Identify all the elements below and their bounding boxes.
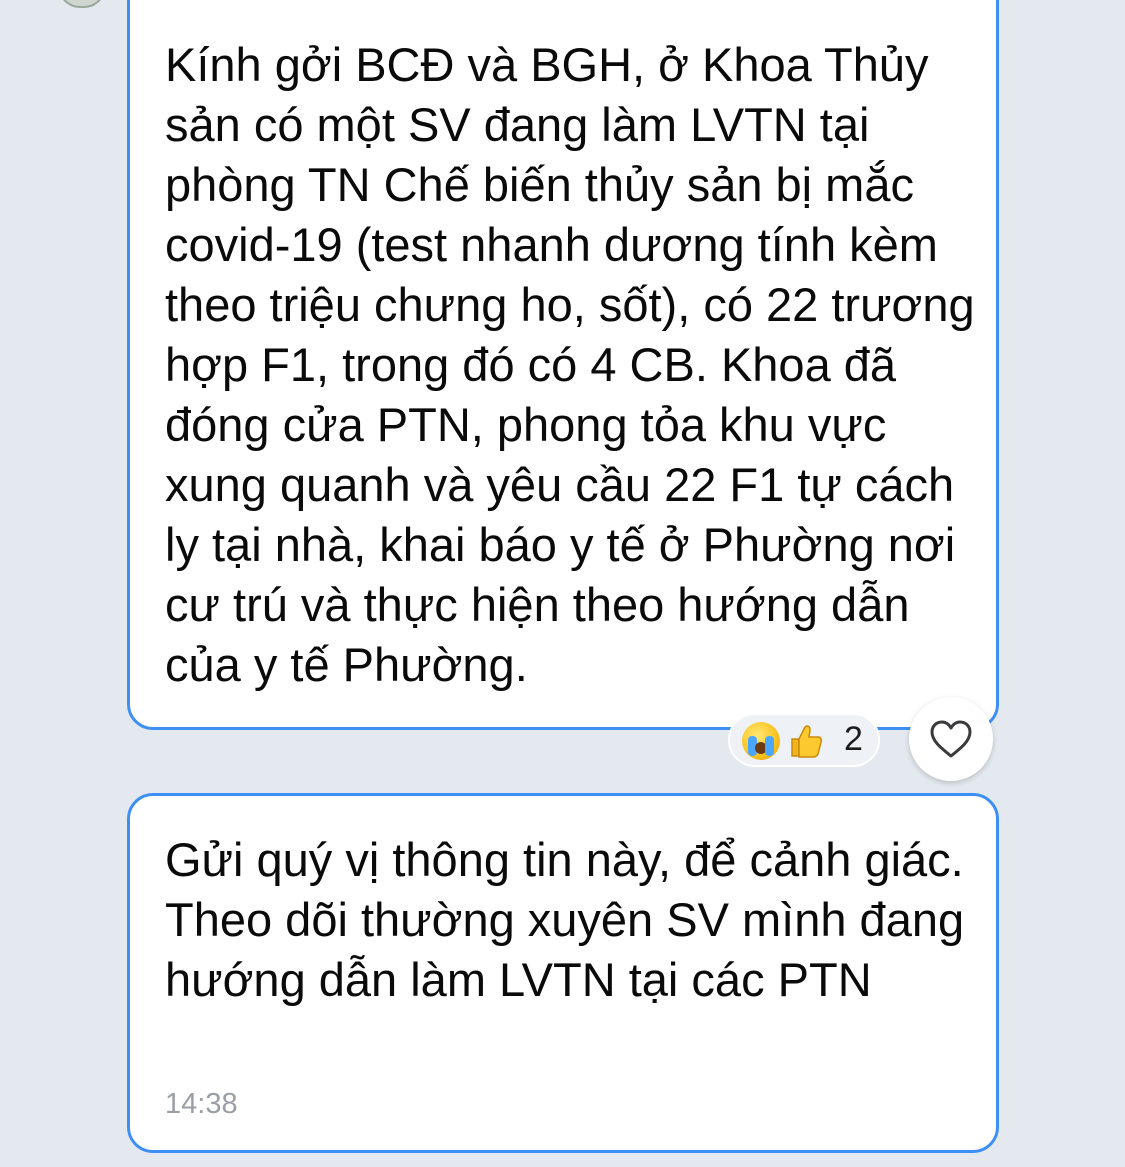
heart-react-button[interactable] xyxy=(909,697,993,781)
heart-outline-icon xyxy=(930,720,972,758)
thumbs-up-icon xyxy=(786,722,824,760)
message-bubble[interactable]: Kính gởi BCĐ và BGH, ở Khoa Thủy sản có … xyxy=(127,0,999,730)
reaction-count: 2 xyxy=(844,720,863,758)
message-bubble[interactable]: Gửi quý vị thông tin này, để cảnh giác. … xyxy=(127,793,999,1153)
reaction-summary[interactable]: 2 xyxy=(728,713,880,767)
message-text: Kính gởi BCĐ và BGH, ở Khoa Thủy sản có … xyxy=(165,38,975,691)
crying-face-icon xyxy=(742,722,780,760)
message-timestamp: 14:38 xyxy=(165,1088,238,1120)
avatar[interactable] xyxy=(58,0,106,8)
message-text: Gửi quý vị thông tin này, để cảnh giác. … xyxy=(165,833,965,1006)
